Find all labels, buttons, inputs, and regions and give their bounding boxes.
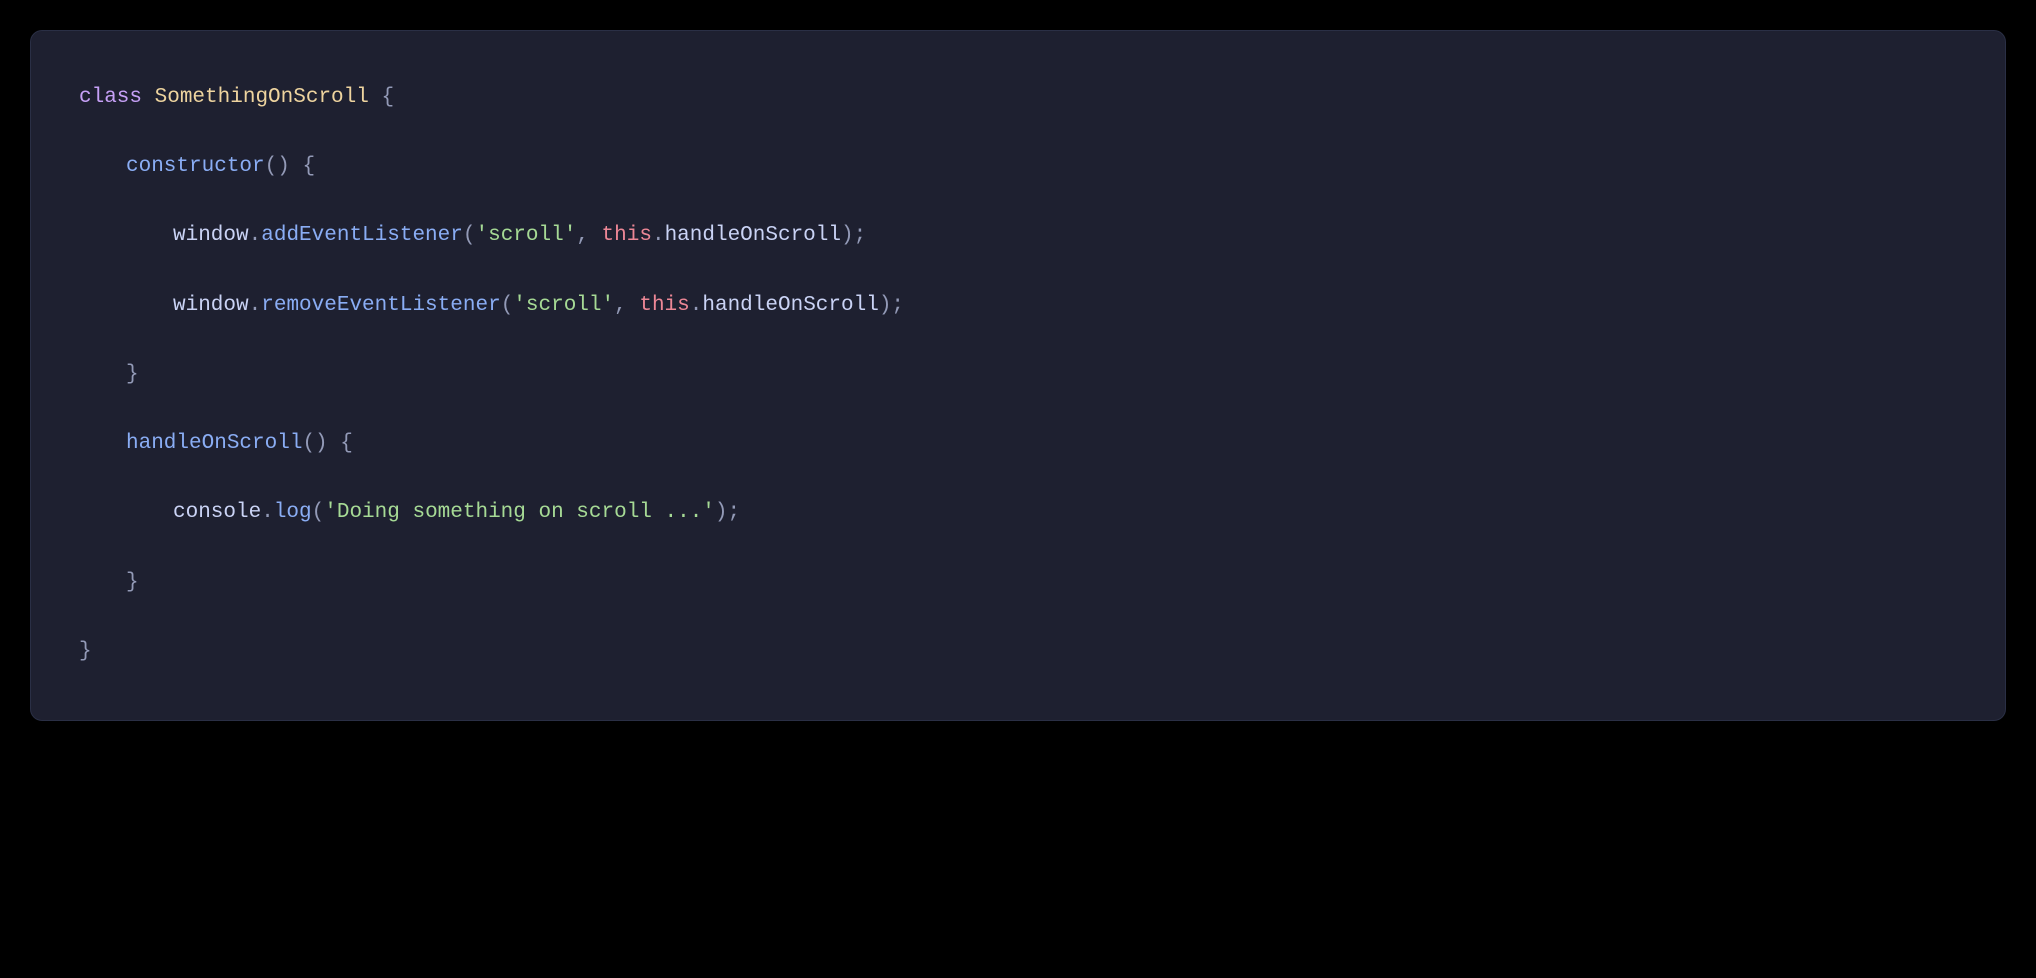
method-constructor: constructor <box>126 155 265 178</box>
obj-window: window <box>173 224 249 247</box>
keyword-this: this <box>602 224 652 247</box>
string-doing-something: 'Doing something on scroll ...' <box>324 501 715 524</box>
blank-line <box>79 185 1957 220</box>
brace-close: } <box>79 640 92 663</box>
string-scroll: 'scroll' <box>513 294 614 317</box>
comma: , <box>576 224 601 247</box>
brace-close: } <box>126 363 139 386</box>
paren-open: ( <box>312 501 325 524</box>
brace-open: { <box>328 432 353 455</box>
parens: () <box>302 432 327 455</box>
brace-open: { <box>290 155 315 178</box>
dot: . <box>652 224 665 247</box>
code-line-3: window.addEventListener('scroll', this.h… <box>79 219 1957 254</box>
paren-close: ) <box>841 224 854 247</box>
blank-line <box>79 531 1957 566</box>
parens: () <box>265 155 290 178</box>
keyword-class: class <box>79 86 142 109</box>
class-name: SomethingOnScroll <box>155 86 369 109</box>
paren-close: ) <box>715 501 728 524</box>
call-addeventlistener: addEventListener <box>261 224 463 247</box>
blank-line <box>79 393 1957 428</box>
code-line-4: window.removeEventListener('scroll', thi… <box>79 289 1957 324</box>
keyword-this: this <box>639 294 689 317</box>
blank-line <box>79 116 1957 151</box>
method-handleonscroll: handleOnScroll <box>126 432 302 455</box>
paren-close: ) <box>879 294 892 317</box>
call-removeeventlistener: removeEventListener <box>261 294 500 317</box>
comma: , <box>614 294 639 317</box>
brace-close: } <box>126 571 139 594</box>
blank-line <box>79 323 1957 358</box>
paren-open: ( <box>463 224 476 247</box>
call-log: log <box>274 501 312 524</box>
blank-line <box>79 254 1957 289</box>
semi: ; <box>854 224 867 247</box>
string-scroll: 'scroll' <box>475 224 576 247</box>
code-line-1: class SomethingOnScroll { <box>79 81 1957 116</box>
obj-console: console <box>173 501 261 524</box>
code-line-5: } <box>79 358 1957 393</box>
code-line-9: } <box>79 635 1957 670</box>
code-line-8: } <box>79 566 1957 601</box>
prop-handleonscroll: handleOnScroll <box>702 294 878 317</box>
dot: . <box>690 294 703 317</box>
dot: . <box>261 501 274 524</box>
obj-window: window <box>173 294 249 317</box>
brace-open: { <box>369 86 394 109</box>
paren-open: ( <box>501 294 514 317</box>
dot: . <box>249 224 262 247</box>
code-line-2: constructor() { <box>79 150 1957 185</box>
prop-handleonscroll: handleOnScroll <box>665 224 841 247</box>
code-line-7: console.log('Doing something on scroll .… <box>79 496 1957 531</box>
blank-line <box>79 600 1957 635</box>
semi: ; <box>891 294 904 317</box>
semi: ; <box>728 501 741 524</box>
code-line-6: handleOnScroll() { <box>79 427 1957 462</box>
code-panel: class SomethingOnScroll { constructor() … <box>30 30 2006 721</box>
blank-line <box>79 462 1957 497</box>
dot: . <box>249 294 262 317</box>
